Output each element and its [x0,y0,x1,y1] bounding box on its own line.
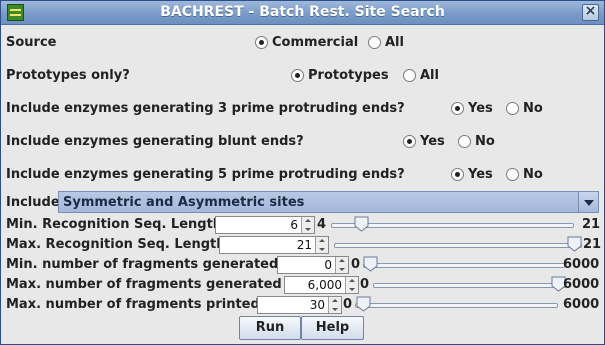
max-recog-slider-thumb[interactable] [567,236,582,252]
source-commercial-label[interactable]: Commercial [272,35,358,50]
max-print-slider-max: 6000 [563,297,600,312]
prototypes-all-radio[interactable] [403,69,416,82]
close-button[interactable]: × [582,3,599,21]
max-frag-slider-max: 6000 [563,277,600,292]
source-commercial-radio[interactable] [255,36,268,49]
min-frag-slider-max: 6000 [563,257,600,272]
source-all-label[interactable]: All [385,35,404,50]
max-print-spinner[interactable]: 30 [257,296,342,314]
five-prime-no-radio[interactable] [506,168,519,181]
max-print-label: Max. number of fragments printed [6,297,260,312]
three-prime-yes-label[interactable]: Yes [468,101,493,116]
max-print-slider-thumb[interactable] [356,296,371,312]
max-print-value[interactable]: 30 [310,298,325,312]
blunt-no-label[interactable]: No [475,134,495,149]
title-bar[interactable]: BACHREST - Batch Rest. Site Search × [1,1,604,25]
max-frag-label: Max. number of fragments generated [6,277,282,292]
spinner-arrows-icon[interactable] [328,297,341,313]
three-prime-yes-radio[interactable] [451,102,464,115]
min-recog-value[interactable]: 6 [290,218,298,232]
three-prime-label: Include enzymes generating 3 prime protr… [6,101,405,116]
close-icon: × [584,3,597,19]
min-frag-slider-track[interactable] [363,263,565,268]
min-recog-slider-thumb[interactable] [354,216,369,232]
prototypes-prototypes-label[interactable]: Prototypes [308,68,389,83]
min-frag-slider-thumb[interactable] [363,256,378,272]
blunt-label: Include enzymes generating blunt ends? [6,134,304,149]
prototypes-label: Prototypes only? [6,68,130,83]
min-frag-label: Min. number of fragments generated [6,257,279,272]
min-frag-slider-min: 0 [351,257,361,272]
min-recog-spinner[interactable]: 6 [215,216,315,234]
chevron-down-icon[interactable] [578,192,598,212]
blunt-yes-radio[interactable] [403,135,416,148]
max-frag-slider-min: 0 [360,277,370,292]
min-recog-slider-min: 4 [317,217,327,232]
blunt-yes-label[interactable]: Yes [420,134,445,149]
include-combobox[interactable]: Symmetric and Asymmetric sites [58,191,599,213]
three-prime-no-radio[interactable] [506,102,519,115]
bachrest-window: BACHREST - Batch Rest. Site Search × Sou… [0,0,605,345]
min-recog-label: Min. Recognition Seq. Length [6,217,223,232]
spinner-arrows-icon[interactable] [345,277,358,293]
min-frag-value[interactable]: 0 [324,258,332,272]
max-recog-label: Max. Recognition Seq. Length [6,237,226,252]
source-label: Source [6,35,57,50]
include-selected-value: Symmetric and Asymmetric sites [63,195,305,210]
three-prime-no-label[interactable]: No [523,101,543,116]
max-recog-slider-track[interactable] [334,243,582,248]
five-prime-yes-radio[interactable] [451,168,464,181]
window-title: BACHREST - Batch Rest. Site Search [160,4,445,20]
spinner-arrows-icon[interactable] [335,257,348,273]
blunt-no-radio[interactable] [458,135,471,148]
min-recog-slider-max: 21 [582,217,601,232]
max-frag-value[interactable]: 6,000 [308,278,342,292]
five-prime-label: Include enzymes generating 5 prime protr… [6,167,405,182]
include-label: Include [6,195,60,210]
prototypes-prototypes-radio[interactable] [291,69,304,82]
max-print-slider-track[interactable] [355,303,558,308]
source-all-radio[interactable] [368,36,381,49]
five-prime-no-label[interactable]: No [523,167,543,182]
max-recog-slider-max: 21 [583,237,602,252]
spinner-arrows-icon[interactable] [315,237,328,253]
max-recog-value[interactable]: 21 [297,238,312,252]
run-button[interactable]: Run [239,316,301,340]
max-print-slider-min: 0 [343,297,353,312]
help-button[interactable]: Help [301,316,364,340]
max-frag-spinner[interactable]: 6,000 [284,276,359,294]
min-frag-spinner[interactable]: 0 [277,256,349,274]
max-recog-spinner[interactable]: 21 [219,236,329,254]
max-frag-slider-track[interactable] [373,283,566,288]
spinner-arrows-icon[interactable] [301,217,314,233]
prototypes-all-label[interactable]: All [420,68,439,83]
five-prime-yes-label[interactable]: Yes [468,167,493,182]
